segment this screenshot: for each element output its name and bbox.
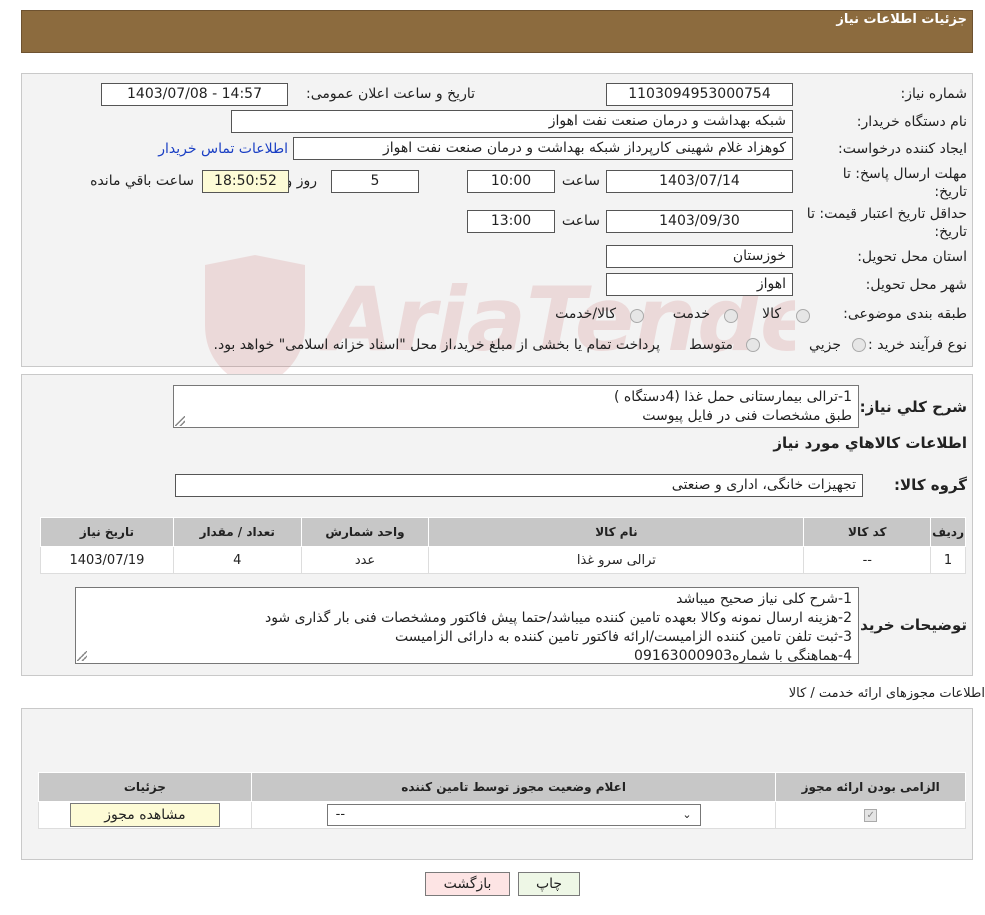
buyer-note-4: 4-هماهنگی با شماره09163000903 [634, 648, 852, 664]
process-medium-radio[interactable] [746, 338, 760, 352]
deadline-time-label: ساعت [561, 173, 600, 189]
city-field: اهواز [606, 273, 793, 296]
col-date: تاریخ نیاز [40, 517, 174, 547]
category-label: طبقه بندی موضوعی: [843, 306, 967, 322]
cell-permit-status: -- ⌄ [250, 801, 777, 829]
summary-line-2: طبق مشخصات فنی در فایل پیوست [642, 408, 852, 424]
cell-date: 1403/07/19 [40, 546, 174, 574]
need-number-field: 1103094953000754 [606, 83, 793, 106]
validity-date-field: 1403/09/30 [606, 210, 793, 233]
province-field: خوزستان [606, 245, 793, 268]
col-row: ردیف [930, 517, 966, 547]
process-partial-label: جزیي [809, 337, 841, 353]
chevron-down-icon: ⌄ [682, 808, 692, 821]
goods-info-title: اطلاعات کالاهاي مورد نیاز [773, 434, 967, 452]
buyer-notes-label: توضیحات خریدار: [840, 616, 967, 634]
page-title: جزئیات اطلاعات نیاز [836, 12, 967, 27]
resize-grip-icon[interactable] [77, 651, 87, 661]
permit-status-select[interactable]: -- ⌄ [326, 804, 701, 826]
buyer-note-1: 1-شرح کلی نیاز صحیح میباشد [676, 591, 852, 607]
goods-table: ردیف کد کالا نام کالا واحد شمارش تعداد /… [40, 517, 966, 574]
need-number-label: شماره نیاز: [900, 86, 968, 102]
summary-textarea[interactable]: 1-ترالی بیمارستانی حمل غذا (4دستگاه ) طب… [173, 385, 859, 428]
buyer-note-3: 3-ثبت تلفن تامین کننده الزامیست/ارائه فا… [395, 629, 852, 645]
cell-unit: عدد [300, 546, 430, 574]
col-code: کد کالا [803, 517, 932, 547]
col-permit-status: اعلام وضعیت مجوز توسط تامین کننده [250, 772, 777, 802]
announce-label: تاریخ و ساعت اعلان عمومی: [306, 86, 475, 102]
buyer-notes-textarea[interactable]: 1-شرح کلی نیاز صحیح میباشد 2-هزینه ارسال… [75, 587, 859, 664]
cell-code: -- [803, 546, 932, 574]
city-label: شهر محل تحویل: [865, 277, 967, 293]
back-button[interactable]: بازگشت [425, 872, 510, 896]
category-goods-service-radio[interactable] [630, 309, 644, 323]
contact-info-link[interactable]: اطلاعات تماس خریدار [158, 141, 288, 157]
category-goods-label: کالا [762, 306, 781, 322]
process-partial-radio[interactable] [852, 338, 866, 352]
cell-row: 1 [930, 546, 966, 574]
creator-label: ایجاد کننده درخواست: [838, 141, 967, 157]
province-label: استان محل تحویل: [857, 249, 967, 265]
print-button[interactable]: چاپ [518, 872, 580, 896]
cell-name: ترالی سرو غذا [428, 546, 805, 574]
deadline-label: مهلت ارسال پاسخ: تا [842, 166, 967, 182]
summary-line-1: 1-ترالی بیمارستانی حمل غذا (4دستگاه ) [614, 389, 852, 405]
goods-group-label: گروه کالا: [894, 476, 967, 494]
buyer-org-label: نام دستگاه خریدار: [856, 114, 967, 130]
deadline-time-field: 10:00 [467, 170, 555, 193]
remaining-time-field: 18:50:52 [202, 170, 289, 193]
process-note: پرداخت تمام یا بخشی از مبلغ خرید،از محل … [213, 337, 660, 353]
col-permit-details: جزئیات [38, 772, 252, 802]
view-permit-button[interactable]: مشاهده مجوز [69, 803, 220, 827]
category-service-label: خدمت [672, 306, 710, 322]
col-permit-required: الزامی بودن ارائه مجوز [775, 772, 966, 802]
days-label: روز و [285, 173, 318, 189]
cell-permit-required: ✓ [775, 801, 966, 829]
deadline-date-field: 1403/07/14 [606, 170, 793, 193]
col-qty: تعداد / مقدار [172, 517, 302, 547]
goods-group-field: تجهیزات خانگی، اداری و صنعتی [175, 474, 863, 497]
category-goods-radio[interactable] [796, 309, 810, 323]
category-service-radio[interactable] [724, 309, 738, 323]
resize-grip-icon[interactable] [175, 416, 185, 426]
table-row: 1 -- ترالی سرو غذا عدد 4 1403/07/19 [40, 546, 966, 574]
validity-time-label: ساعت [561, 213, 600, 229]
validity-label: حداقل تاریخ اعتبار قیمت: تا [806, 206, 967, 222]
permits-table-header: الزامی بودن ارائه مجوز اعلام وضعیت مجوز … [38, 772, 966, 802]
col-unit: واحد شمارش [300, 517, 430, 547]
deadline-label-date: تاریخ: [934, 184, 967, 200]
cell-permit-details: مشاهده مجوز [38, 801, 252, 829]
table-row: ✓ -- ⌄ مشاهده مجوز [38, 801, 966, 829]
summary-label: شرح کلي نیاز: [859, 398, 967, 416]
buyer-org-field: شبکه بهداشت و درمان صنعت نفت اهواز [231, 110, 793, 133]
permits-table: الزامی بودن ارائه مجوز اعلام وضعیت مجوز … [38, 772, 966, 829]
validity-time-field: 13:00 [467, 210, 555, 233]
page-header [21, 10, 973, 53]
process-label: نوع فرآیند خرید : [868, 337, 967, 353]
announce-field: 1403/07/08 - 14:57 [101, 83, 288, 106]
category-goods-service-label: کالا/خدمت [555, 306, 616, 322]
days-field: 5 [331, 170, 419, 193]
creator-field: کوهزاد غلام شهینی کارپرداز شبکه بهداشت و… [293, 137, 793, 160]
cell-qty: 4 [172, 546, 302, 574]
permit-required-checkbox[interactable]: ✓ [864, 808, 878, 822]
goods-table-header: ردیف کد کالا نام کالا واحد شمارش تعداد /… [40, 517, 966, 547]
buyer-note-2: 2-هزینه ارسال نمونه وکالا بعهده تامین کن… [264, 610, 852, 626]
col-name: نام کالا [428, 517, 805, 547]
remaining-label: ساعت باقي مانده [90, 173, 194, 189]
permit-status-value: -- [335, 807, 346, 822]
validity-label-date: تاریخ: [934, 224, 967, 240]
process-medium-label: متوسط [689, 337, 733, 353]
permits-title: اطلاعات مجوزهای ارائه خدمت / کالا [788, 686, 985, 701]
